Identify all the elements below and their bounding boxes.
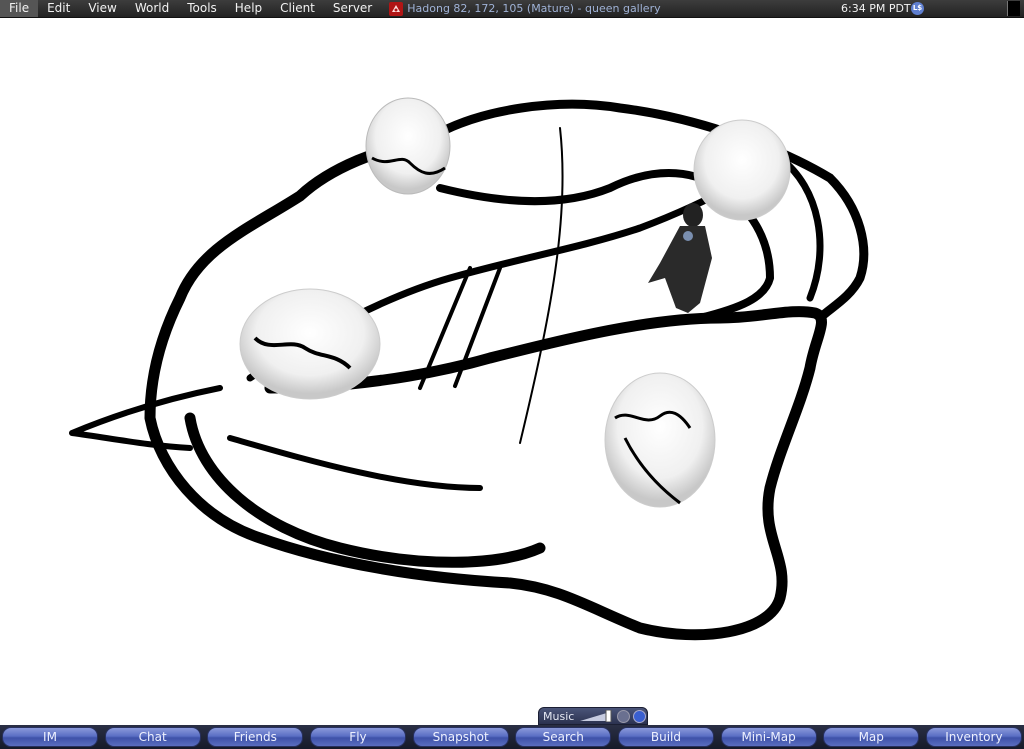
fly-button[interactable]: Fly	[309, 727, 406, 747]
map-button[interactable]: Map	[823, 727, 920, 747]
menu-world[interactable]: World	[126, 0, 178, 17]
search-button[interactable]: Search	[515, 727, 612, 747]
bubble-top-left	[365, 97, 451, 195]
menu-server[interactable]: Server	[324, 0, 381, 17]
scene-sculpture	[69, 97, 869, 641]
music-play-button[interactable]	[633, 709, 647, 723]
build-button[interactable]: Build	[617, 727, 714, 747]
music-label: Music	[543, 709, 575, 723]
location-text[interactable]: Hadong 82, 172, 105 (Mature) - queen gal…	[407, 2, 660, 15]
chat-button[interactable]: Chat	[104, 727, 201, 747]
mini-map-button[interactable]: Mini-Map	[720, 727, 817, 747]
menu-edit[interactable]: Edit	[38, 0, 79, 17]
menu-file[interactable]: File	[0, 0, 39, 17]
parcel-status-icon[interactable]	[389, 1, 404, 16]
music-volume-slider[interactable]	[578, 709, 614, 723]
menu-tools[interactable]: Tools	[178, 0, 226, 17]
sculpture-thin-line	[519, 127, 564, 444]
friends-button[interactable]: Friends	[207, 727, 304, 747]
menu-view[interactable]: View	[79, 0, 125, 17]
music-control-panel: Music	[538, 707, 648, 725]
menubar-end-block	[1007, 1, 1020, 16]
clock-text: 6:34 PM PDT	[841, 2, 911, 15]
im-button[interactable]: IM	[2, 727, 98, 747]
inventory-button[interactable]: Inventory	[925, 727, 1022, 747]
3d-viewport[interactable]	[0, 18, 1024, 706]
snapshot-button[interactable]: Snapshot	[412, 727, 509, 747]
linden-dollar-icon[interactable]: L$	[911, 2, 924, 15]
bottom-toolbar: IM Chat Friends Fly Snapshot Search Buil…	[0, 725, 1024, 749]
menu-help[interactable]: Help	[226, 0, 271, 17]
bubble-top-right	[693, 119, 791, 221]
menu-bar: File Edit View World Tools Help Client S…	[0, 0, 1024, 18]
bubble-sculptures	[239, 97, 791, 508]
music-stop-button[interactable]	[617, 709, 631, 723]
menu-client[interactable]: Client	[271, 0, 324, 17]
sculpture-inner-lower	[227, 435, 483, 491]
